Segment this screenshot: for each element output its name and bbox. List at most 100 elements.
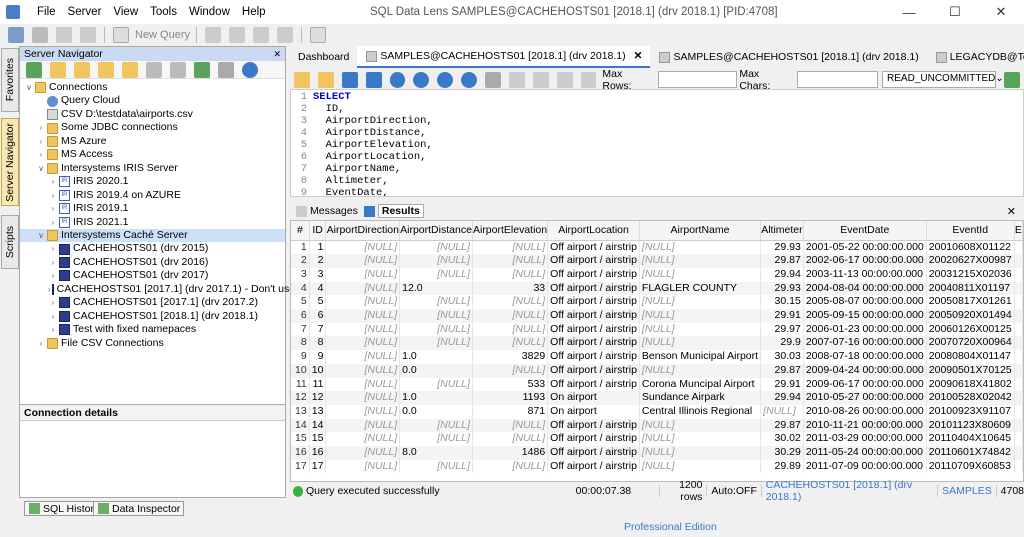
edit-icon[interactable] bbox=[56, 27, 72, 43]
add-connection-icon[interactable] bbox=[74, 61, 90, 78]
table-cell[interactable] bbox=[1014, 336, 1023, 351]
chevron-right-icon[interactable]: › bbox=[48, 310, 58, 323]
table-cell[interactable]: 29.94 bbox=[760, 267, 804, 282]
table-cell[interactable]: 29.91 bbox=[760, 309, 804, 323]
table-cell[interactable]: 11 bbox=[309, 377, 327, 392]
table-cell[interactable]: 5 bbox=[309, 295, 327, 310]
table-cell[interactable]: 2011-05-24 00:00:00.000 bbox=[803, 446, 927, 460]
table-cell[interactable]: Off airport / airstrip bbox=[547, 446, 640, 460]
filter-icon[interactable] bbox=[218, 61, 234, 78]
table-cell[interactable]: [NULL] bbox=[399, 418, 473, 433]
table-cell[interactable]: 1193 bbox=[472, 391, 549, 405]
tab-server-navigator[interactable]: Server Navigator bbox=[1, 118, 19, 206]
delete-icon[interactable] bbox=[146, 61, 162, 78]
tab-scripts[interactable]: Scripts bbox=[1, 215, 19, 269]
tree-item[interactable]: › CACHEHOSTS01 [2017.1] (drv 2017.2) bbox=[20, 296, 285, 309]
table-cell[interactable]: 8 bbox=[291, 336, 310, 351]
column-header[interactable]: # bbox=[291, 221, 310, 241]
table-cell[interactable]: [NULL] bbox=[472, 432, 549, 447]
table-cell[interactable] bbox=[1014, 309, 1023, 323]
table-cell[interactable]: [NULL] bbox=[325, 418, 401, 433]
table-cell[interactable]: [NULL] bbox=[325, 391, 401, 405]
column-header[interactable]: AirportElevation bbox=[472, 221, 549, 241]
status-connection[interactable]: CACHEHOSTS01 [2018.1] (drv 2018.1) bbox=[766, 479, 933, 503]
table-cell[interactable]: 2011-03-29 00:00:00.000 bbox=[803, 432, 927, 447]
table-cell[interactable]: [NULL] bbox=[472, 309, 549, 323]
table-cell[interactable] bbox=[1014, 446, 1023, 460]
table-cell[interactable]: 20060126X00125 bbox=[926, 322, 1015, 337]
tree-item[interactable]: › MS Access bbox=[20, 148, 285, 161]
table-cell[interactable]: 0.0 bbox=[399, 404, 473, 419]
table-cell[interactable]: [NULL] bbox=[472, 267, 549, 282]
table-cell[interactable]: 10 bbox=[291, 363, 310, 378]
new-query-icon[interactable] bbox=[113, 27, 129, 43]
table-cell[interactable]: 2006-01-23 00:00:00.000 bbox=[803, 322, 927, 337]
chevron-right-icon[interactable]: › bbox=[48, 189, 58, 202]
table-row[interactable]: 4 4 [NULL] 12.0 33 Off airport / airstrip FLAG… bbox=[291, 281, 1023, 296]
rollback-icon[interactable] bbox=[556, 71, 573, 88]
table-cell[interactable]: 9 bbox=[291, 350, 310, 364]
table-cell[interactable] bbox=[1014, 418, 1023, 433]
maximize-button[interactable]: ☐ bbox=[932, 0, 978, 24]
table-cell[interactable]: 2010-11-21 00:00:00.000 bbox=[803, 418, 927, 433]
sql-history-button[interactable]: SQL History bbox=[24, 501, 104, 516]
table-cell[interactable]: 29.91 bbox=[760, 377, 804, 392]
tree-item[interactable]: › IR IRIS 2020.1 bbox=[20, 175, 285, 188]
connect-icon[interactable] bbox=[8, 27, 24, 43]
status-autocommit[interactable]: Auto:OFF bbox=[711, 485, 757, 497]
table-cell[interactable]: 2009-06-17 00:00:00.000 bbox=[803, 377, 927, 392]
tree-item[interactable]: › IR IRIS 2021.1 bbox=[20, 216, 285, 229]
edit-connection-icon[interactable] bbox=[98, 61, 114, 78]
save-icon[interactable] bbox=[341, 71, 358, 88]
run-all-icon[interactable] bbox=[413, 71, 430, 88]
table-row[interactable]: 7 7 [NULL] [NULL] [NULL] Off airport / airstr… bbox=[291, 322, 1023, 337]
table-cell[interactable]: Off airport / airstrip bbox=[547, 377, 640, 392]
table-cell[interactable]: 2005-08-07 00:00:00.000 bbox=[803, 295, 927, 310]
sql-editor[interactable]: 1 SELECT 2 ID, 3 AirportDirection, 4 Airport… bbox=[290, 89, 1024, 197]
table-cell[interactable]: [NULL] bbox=[639, 322, 762, 337]
tree-item[interactable]: Query Cloud bbox=[20, 94, 285, 107]
table-cell[interactable]: 29.93 bbox=[760, 240, 804, 255]
table-cell[interactable]: 1.0 bbox=[399, 350, 473, 364]
table-cell[interactable]: 20100528X02042 bbox=[926, 391, 1015, 405]
table-cell[interactable]: 20020627X00987 bbox=[926, 254, 1015, 268]
table-cell[interactable]: 2 bbox=[309, 254, 327, 268]
column-header[interactable]: EventId bbox=[926, 221, 1015, 241]
table-cell[interactable]: 20110404X10645 bbox=[926, 432, 1015, 447]
refresh-icon[interactable] bbox=[1004, 71, 1020, 88]
step-icon[interactable] bbox=[437, 71, 454, 88]
table-cell[interactable]: [NULL] bbox=[325, 281, 401, 296]
table-cell[interactable] bbox=[1014, 459, 1023, 474]
table-cell[interactable]: 2008-07-18 00:00:00.000 bbox=[803, 350, 927, 364]
copy-icon[interactable] bbox=[205, 27, 222, 43]
table-cell[interactable]: [NULL] bbox=[639, 459, 762, 474]
table-cell[interactable]: 29.9 bbox=[760, 336, 804, 351]
save-as-icon[interactable] bbox=[365, 71, 382, 88]
chevron-right-icon[interactable]: › bbox=[48, 242, 58, 255]
table-cell[interactable]: [NULL] bbox=[399, 459, 473, 474]
export-icon[interactable] bbox=[253, 27, 270, 43]
table-cell[interactable]: Off airport / airstrip bbox=[547, 459, 640, 474]
table-cell[interactable]: Off airport / airstrip bbox=[547, 267, 640, 282]
table-cell[interactable]: 30.29 bbox=[760, 446, 804, 460]
table-cell[interactable]: [NULL] bbox=[639, 446, 762, 460]
import-icon[interactable] bbox=[277, 27, 294, 43]
table-cell[interactable] bbox=[1014, 240, 1023, 255]
table-row[interactable]: 6 6 [NULL] [NULL] [NULL] Off airport / airstr… bbox=[291, 309, 1023, 323]
table-cell[interactable]: 20050817X01261 bbox=[926, 295, 1015, 310]
table-cell[interactable]: [NULL] bbox=[399, 267, 473, 282]
table-cell[interactable]: 29.87 bbox=[760, 254, 804, 268]
column-header[interactable]: AirportDistance bbox=[399, 221, 473, 241]
table-cell[interactable]: [NULL] bbox=[472, 240, 549, 255]
table-cell[interactable]: 2004-08-04 00:00:00.000 bbox=[803, 281, 927, 296]
chevron-right-icon[interactable]: › bbox=[48, 283, 51, 296]
close-icon[interactable]: ✕ bbox=[634, 45, 643, 67]
table-cell[interactable]: [NULL] bbox=[639, 363, 762, 378]
tree-item[interactable]: › IR IRIS 2019.1 bbox=[20, 202, 285, 215]
table-cell[interactable]: [NULL] bbox=[639, 240, 762, 255]
table-cell[interactable]: 14 bbox=[309, 418, 327, 433]
table-cell[interactable]: Central Illinois Regional bbox=[639, 404, 762, 419]
stop-icon[interactable] bbox=[461, 71, 477, 88]
table-cell[interactable]: 2010-05-27 00:00:00.000 bbox=[803, 391, 927, 405]
table-row[interactable]: 15 15 [NULL] [NULL] [NULL] Off airport / airs… bbox=[291, 432, 1023, 447]
